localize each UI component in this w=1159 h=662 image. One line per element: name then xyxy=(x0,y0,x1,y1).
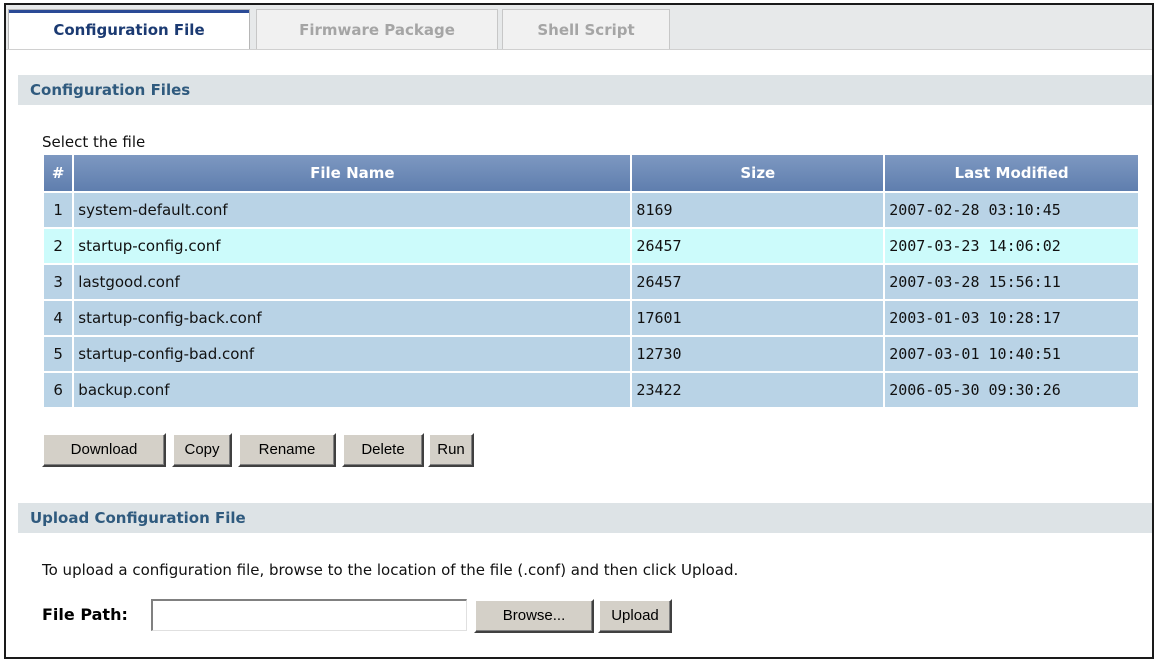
run-button[interactable]: Run xyxy=(428,433,474,467)
row-number: 1 xyxy=(44,193,73,227)
row-last-modified: 2006-05-30 09:30:26 xyxy=(885,373,1138,407)
row-file-name: system-default.conf xyxy=(74,193,631,227)
download-button[interactable]: Download xyxy=(42,433,166,467)
tab-bar: Configuration File Firmware Package Shel… xyxy=(6,5,1152,50)
file-path-label: File Path: xyxy=(42,605,128,624)
column-header-number: # xyxy=(44,155,73,191)
row-number: 5 xyxy=(44,337,73,371)
row-file-name: backup.conf xyxy=(74,373,631,407)
table-row[interactable]: 1 system-default.conf 8169 2007-02-28 03… xyxy=(44,193,1138,227)
table-header-row: # File Name Size Last Modified xyxy=(44,155,1138,191)
table-row[interactable]: 3 lastgood.conf 26457 2007-03-28 15:56:1… xyxy=(44,265,1138,299)
upload-button[interactable]: Upload xyxy=(598,599,672,633)
tab-shell-script[interactable]: Shell Script xyxy=(502,9,670,49)
tab-configuration-file[interactable]: Configuration File xyxy=(8,9,250,49)
delete-button[interactable]: Delete xyxy=(342,433,424,467)
column-header-file-name: File Name xyxy=(74,155,631,191)
row-number: 6 xyxy=(44,373,73,407)
row-number: 4 xyxy=(44,301,73,335)
table-row[interactable]: 2 startup-config.conf 26457 2007-03-23 1… xyxy=(44,229,1138,263)
upload-configuration-header: Upload Configuration File xyxy=(18,503,1152,533)
configuration-files-table: # File Name Size Last Modified 1 system-… xyxy=(42,153,1140,409)
row-number: 3 xyxy=(44,265,73,299)
row-size: 17601 xyxy=(632,301,884,335)
row-file-name: startup-config-back.conf xyxy=(74,301,631,335)
row-last-modified: 2007-03-23 14:06:02 xyxy=(885,229,1138,263)
row-size: 12730 xyxy=(632,337,884,371)
row-last-modified: 2007-03-28 15:56:11 xyxy=(885,265,1138,299)
row-last-modified: 2003-01-03 10:28:17 xyxy=(885,301,1138,335)
table-row[interactable]: 6 backup.conf 23422 2006-05-30 09:30:26 xyxy=(44,373,1138,407)
row-size: 23422 xyxy=(632,373,884,407)
table-row[interactable]: 4 startup-config-back.conf 17601 2003-01… xyxy=(44,301,1138,335)
browse-button[interactable]: Browse... xyxy=(474,599,594,633)
row-number: 2 xyxy=(44,229,73,263)
table-row[interactable]: 5 startup-config-bad.conf 12730 2007-03-… xyxy=(44,337,1138,371)
tab-firmware-package[interactable]: Firmware Package xyxy=(256,9,498,49)
row-last-modified: 2007-02-28 03:10:45 xyxy=(885,193,1138,227)
row-size: 8169 xyxy=(632,193,884,227)
row-file-name: startup-config.conf xyxy=(74,229,631,263)
main-frame: Configuration File Firmware Package Shel… xyxy=(4,3,1154,659)
row-size: 26457 xyxy=(632,229,884,263)
row-file-name: startup-config-bad.conf xyxy=(74,337,631,371)
row-file-name: lastgood.conf xyxy=(74,265,631,299)
upload-instructions: To upload a configuration file, browse t… xyxy=(42,561,739,579)
row-size: 26457 xyxy=(632,265,884,299)
copy-button[interactable]: Copy xyxy=(172,433,232,467)
rename-button[interactable]: Rename xyxy=(238,433,336,467)
column-header-last-modified: Last Modified xyxy=(885,155,1138,191)
select-file-label: Select the file xyxy=(42,133,146,151)
file-path-input[interactable] xyxy=(151,599,467,631)
configuration-files-header: Configuration Files xyxy=(18,75,1152,105)
column-header-size: Size xyxy=(632,155,884,191)
row-last-modified: 2007-03-01 10:40:51 xyxy=(885,337,1138,371)
